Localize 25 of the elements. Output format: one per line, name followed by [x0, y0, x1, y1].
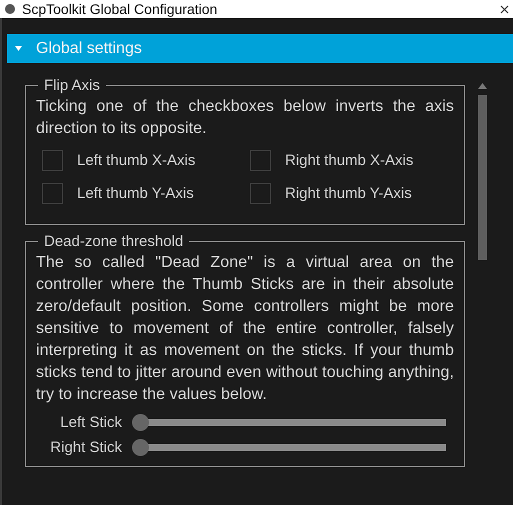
group-description: The so called "Dead Zone" is a virtual area on the controller where the Thumb Sticks are in their absolute zero/default position. Some controllers might be more sensitive to movement of the entire controller, falsely interpreting it as movement on the sticks. If your thumb sticks tend to jitter around even without touching anything, try to increase the values below. — [36, 253, 454, 405]
section-title: Global settings — [36, 40, 142, 58]
slider[interactable] — [132, 439, 446, 456]
section-header[interactable]: Global settings — [7, 34, 513, 63]
checkbox-label: Right thumb X-Axis — [285, 152, 414, 169]
slider-thumb[interactable] — [132, 414, 149, 431]
group-title: Flip Axis — [43, 77, 101, 94]
group-title: Dead-zone threshold — [43, 233, 184, 250]
checkbox-label: Right thumb Y-Axis — [285, 185, 412, 202]
checkbox[interactable] — [250, 183, 271, 204]
checkbox[interactable] — [42, 150, 63, 171]
group-description: Ticking one of the checkboxes below inverts the axis direction to its opposite. — [36, 97, 454, 139]
checkbox[interactable] — [42, 183, 63, 204]
slider-label: Left Stick — [59, 414, 122, 431]
window-title: ScpToolkit Global Configuration — [22, 1, 218, 17]
slider-label: Right Stick — [49, 439, 122, 456]
checkbox-label: Left thumb X-Axis — [77, 152, 196, 169]
slider[interactable] — [132, 414, 446, 431]
close-icon[interactable] — [500, 4, 509, 14]
checkbox-label: Left thumb Y-Axis — [77, 185, 194, 202]
checkbox[interactable] — [250, 150, 271, 171]
scroll-up-icon[interactable] — [478, 83, 486, 89]
scrollbar-thumb[interactable] — [478, 95, 486, 260]
app-icon — [4, 3, 16, 15]
slider-thumb[interactable] — [132, 439, 149, 456]
